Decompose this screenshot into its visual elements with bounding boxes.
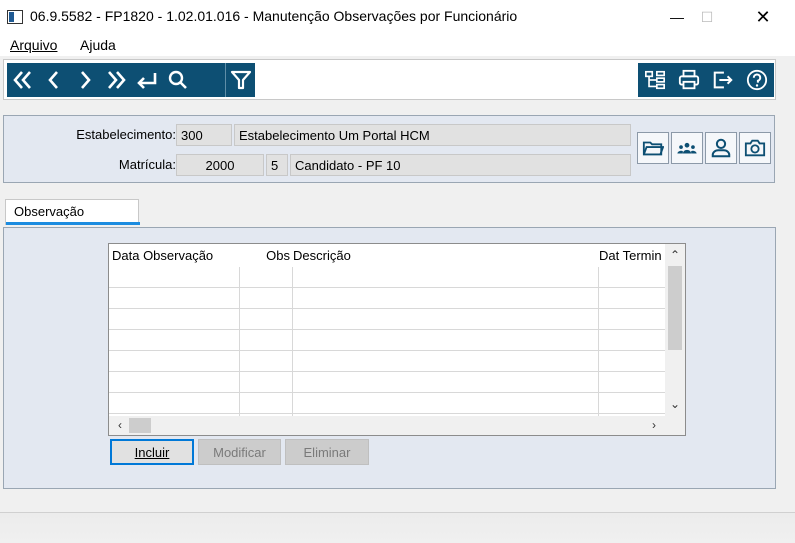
column-header-dat-termino[interactable]: Dat Termin: [599, 248, 665, 263]
first-record-icon: [12, 71, 31, 89]
print-icon: [678, 69, 700, 90]
next-record-button[interactable]: [69, 63, 100, 97]
exit-icon: [713, 71, 733, 89]
camera-icon: [744, 139, 766, 157]
table-row[interactable]: [109, 372, 665, 393]
column-divider: [292, 267, 293, 417]
actions-group: [638, 63, 774, 97]
matricula-code-field[interactable]: 2000: [176, 154, 264, 176]
matricula-digit-field: 5: [266, 154, 288, 176]
tab-active-indicator: [6, 222, 140, 225]
table-row[interactable]: [109, 309, 665, 330]
camera-button[interactable]: [739, 132, 771, 164]
person-icon: [711, 138, 731, 158]
incluir-button[interactable]: Incluir: [110, 439, 194, 465]
menu-arquivo-label: Arquivo: [10, 37, 58, 53]
column-header-descricao[interactable]: Descrição: [293, 248, 593, 263]
toolbar: [3, 59, 776, 100]
previous-record-icon: [47, 71, 58, 89]
column-header-data-observacao[interactable]: Data Observação: [112, 248, 238, 263]
group-button[interactable]: [671, 132, 703, 164]
next-record-icon: [80, 71, 91, 89]
navigation-group: [7, 63, 255, 97]
menu-ajuda-label: Ajuda: [80, 37, 116, 53]
hierarchy-icon: [645, 70, 665, 90]
table-body: [109, 267, 665, 414]
horizontal-scroll-thumb[interactable]: [129, 418, 151, 433]
tab-observacao-label: Observação: [14, 204, 85, 219]
close-button[interactable]: ✕: [740, 0, 786, 34]
tab-observacao[interactable]: Observação: [5, 199, 140, 225]
folder-icon: [642, 141, 664, 156]
goto-icon: [136, 73, 156, 89]
menu-arquivo[interactable]: Arquivo: [10, 37, 57, 53]
matricula-label: Matrícula:: [118, 157, 176, 172]
filter-button[interactable]: [225, 63, 255, 97]
table-row[interactable]: [109, 393, 665, 414]
print-button[interactable]: [672, 63, 706, 97]
window-title: 06.9.5582 - FP1820 - 1.02.01.016 - Manut…: [30, 8, 518, 24]
first-record-button[interactable]: [7, 63, 38, 97]
table-row[interactable]: [109, 330, 665, 351]
help-icon: [746, 69, 768, 91]
last-record-icon: [107, 71, 126, 89]
column-divider: [239, 267, 240, 417]
app-icon: [7, 10, 23, 24]
person-button[interactable]: [705, 132, 737, 164]
scroll-up-icon[interactable]: ⌃: [668, 247, 682, 263]
exit-button[interactable]: [706, 63, 740, 97]
status-bar-area: [0, 513, 795, 543]
table-row[interactable]: [109, 351, 665, 372]
header-actions: [637, 132, 777, 164]
modificar-button[interactable]: Modificar: [198, 439, 281, 465]
horizontal-scrollbar[interactable]: ‹ ›: [109, 416, 665, 435]
open-folder-button[interactable]: [637, 132, 669, 164]
estabelecimento-label: Estabelecimento:: [76, 127, 176, 142]
scrollbar-corner: [665, 416, 685, 435]
scroll-left-icon[interactable]: ‹: [112, 417, 128, 433]
column-header-obs[interactable]: Obs: [240, 248, 290, 263]
modificar-button-label: Modificar: [213, 444, 266, 460]
vertical-scroll-thumb[interactable]: [668, 266, 682, 350]
status-bar: [0, 512, 795, 543]
scroll-right-icon[interactable]: ›: [646, 417, 662, 433]
scroll-down-icon[interactable]: ⌄: [668, 396, 682, 412]
filter-icon: [230, 70, 251, 90]
previous-record-button[interactable]: [38, 63, 69, 97]
eliminar-button-label: Eliminar: [303, 444, 351, 460]
incluir-button-label: Incluir: [134, 444, 170, 460]
last-record-button[interactable]: [100, 63, 131, 97]
matricula-name-field: Candidato - PF 10: [290, 154, 631, 176]
eliminar-button[interactable]: Eliminar: [285, 439, 369, 465]
goto-button[interactable]: [131, 63, 162, 97]
observations-table[interactable]: Data Observação Obs Descrição Dat Termin…: [108, 243, 686, 436]
help-button[interactable]: [740, 63, 774, 97]
table-row[interactable]: [109, 267, 665, 288]
title-bar: 06.9.5582 - FP1820 - 1.02.01.016 - Manut…: [0, 0, 795, 34]
table-row[interactable]: [109, 288, 665, 309]
search-button[interactable]: [162, 63, 193, 97]
maximize-button[interactable]: ☐: [684, 0, 730, 34]
group-icon: [677, 142, 697, 154]
column-divider: [598, 267, 599, 417]
vertical-scrollbar[interactable]: ⌃ ⌄: [665, 244, 685, 416]
estabelecimento-code-field[interactable]: 300: [176, 124, 232, 146]
menu-ajuda[interactable]: Ajuda: [80, 37, 116, 53]
estabelecimento-name-field: Estabelecimento Um Portal HCM: [234, 124, 631, 146]
header-panel: Estabelecimento: 300 Estabelecimento Um …: [3, 115, 775, 183]
search-icon: [168, 70, 187, 89]
table-header: Data Observação Obs Descrição Dat Termin: [109, 244, 665, 268]
menu-bar: Arquivo Ajuda: [0, 34, 795, 56]
hierarchy-button[interactable]: [638, 63, 672, 97]
